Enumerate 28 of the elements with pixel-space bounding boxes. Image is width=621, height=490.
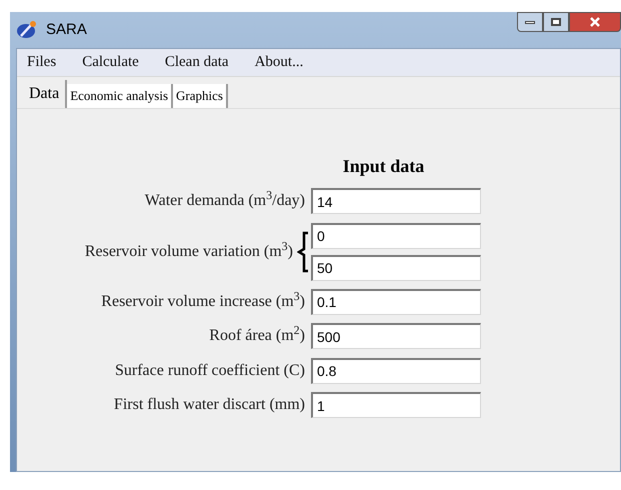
field-label: Roof área (m$^{2}$) (209, 324, 305, 346)
input-field[interactable]: 0.1 (311, 288, 481, 314)
field-label: Water demanda (m$^{3}$/day) (144, 189, 305, 212)
input-field[interactable]: 1 (311, 392, 481, 418)
section-heading: Input data (342, 155, 424, 178)
menu-item[interactable]: Files (27, 51, 56, 74)
tab[interactable]: Data (27, 80, 68, 108)
menu-item[interactable]: Calculate (82, 51, 139, 74)
field-label: Reservoir volume variation (m$^{3}$) (84, 240, 293, 262)
menu-item[interactable]: About... (254, 51, 304, 74)
menu-item[interactable]: Clean data (164, 51, 229, 74)
input-field[interactable]: 14 (311, 188, 481, 214)
close-icon (590, 17, 600, 27)
field-label: First flush water discart (mm) (114, 395, 305, 416)
tab[interactable]: Economic analysis (67, 84, 174, 108)
field-label: Reservoir volume increase (m$^{3}$) (101, 290, 305, 312)
field-label: Surface runoff coefficient (C) (115, 360, 305, 381)
input-field[interactable]: 0.8 (311, 358, 481, 384)
tab[interactable]: Graphics (173, 84, 228, 108)
input-field[interactable]: 0 (311, 222, 481, 248)
minimize-button[interactable] (517, 12, 543, 32)
close-button[interactable] (569, 12, 621, 32)
input-field[interactable]: 500 (311, 323, 481, 349)
input-field[interactable]: 50 (311, 254, 481, 280)
maximize-button[interactable] (543, 12, 569, 32)
brace-icon (297, 230, 309, 274)
window-title: SARA (46, 20, 87, 40)
app-logo-icon (16, 20, 38, 40)
